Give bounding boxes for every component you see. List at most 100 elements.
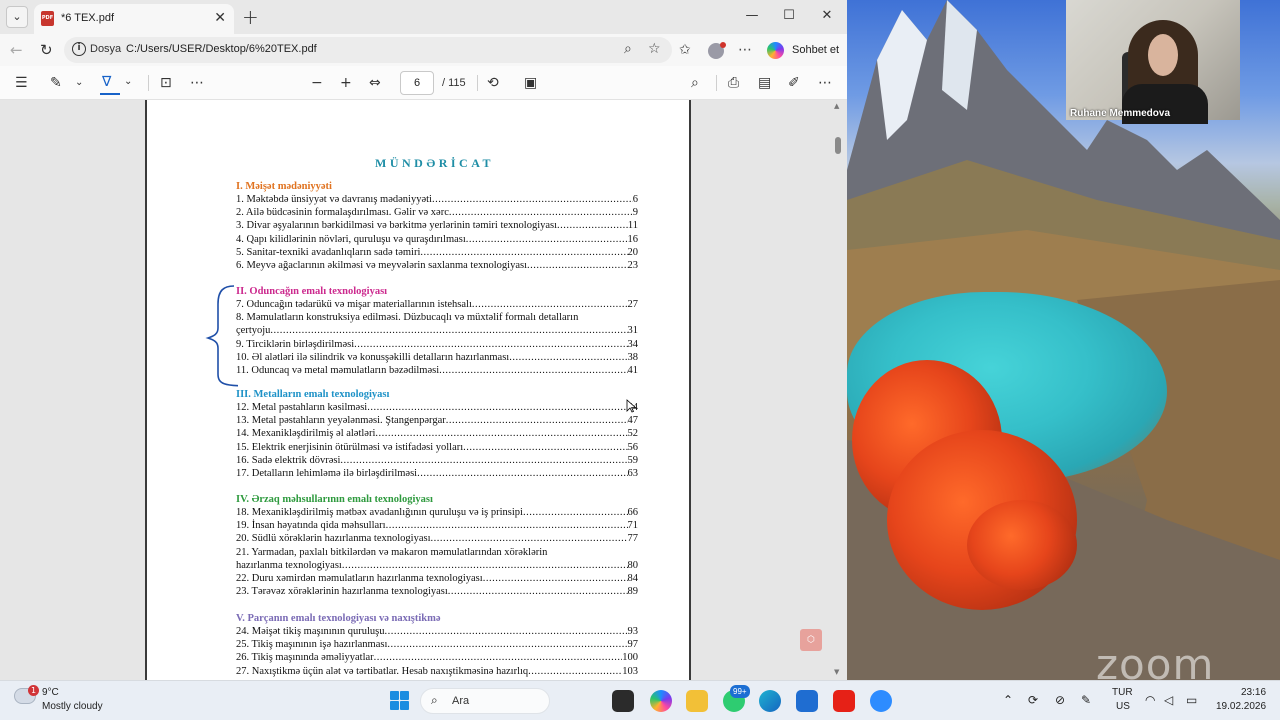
scrollbar-thumb[interactable] <box>835 137 841 154</box>
find-icon[interactable]: ⌕ <box>691 75 699 91</box>
maximize-button[interactable]: ☐ <box>779 8 799 23</box>
toc-entry[interactable]: 13. Metal pəstahların yeyələnməsi. Ştang… <box>236 414 638 427</box>
toc-entry[interactable]: 22. Duru xəmirdən məmulatların hazırlanm… <box>236 572 638 585</box>
settings-more-icon[interactable]: ⋯ <box>818 75 832 91</box>
highlight-dropdown-icon[interactable]: ⌄ <box>75 77 83 88</box>
vertical-scrollbar[interactable]: ▲ ▼ <box>832 100 844 680</box>
toc-page-number: 89 <box>627 586 639 598</box>
toc-section: V. Parçanın emalı texnologiyası və naxış… <box>236 612 638 678</box>
toc-entry[interactable]: 3. Divar əşyalarının bərkidilməsi və bər… <box>236 219 638 232</box>
weather-condition[interactable]: Mostly cloudy <box>42 701 103 712</box>
toc-entry[interactable]: 2. Ailə büdcəsinin formalaşdırılması. Gə… <box>236 206 638 219</box>
taskbar-search[interactable]: ⌕ Ara <box>420 688 550 714</box>
zoom-out-icon[interactable]: − <box>311 75 323 91</box>
toc-entry[interactable]: 25. Tikiş maşınının işə hazırlanması 97 <box>236 638 638 651</box>
favorites-icon[interactable]: ✩ <box>679 42 691 58</box>
toc-dot-leader <box>509 351 627 364</box>
favorite-star-icon[interactable]: ☆ <box>648 41 661 57</box>
toc-entry[interactable]: 6. Meyvə ağaclarının əkilməsi və meyvələ… <box>236 259 638 272</box>
pdf-viewer[interactable]: MÜNDƏRİCAT I. Məişət mədəniyyəti 1. Məktə… <box>0 100 847 680</box>
copilot-app-icon[interactable] <box>650 690 672 712</box>
toc-entry[interactable]: 9. Tirciklərin birləşdirilməsi 34 <box>236 338 638 351</box>
weather-temperature[interactable]: 9°C <box>42 687 59 698</box>
show-hidden-icons-icon[interactable]: ⌃ <box>1003 693 1013 707</box>
save-as-icon[interactable]: ✐ <box>788 75 800 91</box>
fit-page-icon[interactable]: ⇔ <box>369 75 381 91</box>
youtube-icon[interactable] <box>833 690 855 712</box>
toc-entry-title: 2. Ailə büdcəsinin formalaşdırılması. Gə… <box>236 207 449 219</box>
toc-entry[interactable]: 5. Sanitar-texniki avadanlıqların sadə t… <box>236 246 638 259</box>
task-view-icon[interactable] <box>612 690 634 712</box>
edge-browser-icon[interactable] <box>759 690 781 712</box>
wifi-icon[interactable]: ◠ <box>1145 693 1155 707</box>
zoom-app-icon[interactable] <box>870 690 892 712</box>
more-menu-icon[interactable]: ⋯ <box>738 42 752 58</box>
rotate-icon[interactable]: ⟲ <box>487 75 499 91</box>
toc-entry[interactable]: 7. Oduncağın tədarükü və mişar materiall… <box>236 298 638 311</box>
toc-entry[interactable]: 11. Oduncaq və metal məmulatların bəzədi… <box>236 364 638 377</box>
url-text[interactable]: C:/Users/USER/Desktop/6%20TEX.pdf <box>126 43 317 55</box>
toc-entry[interactable]: 16. Sadə elektrik dövrəsi 59 <box>236 454 638 467</box>
zoom-search-icon[interactable]: ⌕ <box>624 41 632 57</box>
adobe-pdf-floating-icon[interactable]: ⬡ <box>800 629 822 651</box>
start-button[interactable] <box>390 691 409 710</box>
copilot-chat-button[interactable]: Sohbet et <box>762 39 842 63</box>
toc-entry[interactable]: 23. Tərəvəz xörəklərinin hazırlanma texn… <box>236 585 638 598</box>
contents-list-icon[interactable]: ☰ <box>15 75 28 91</box>
zoom-in-icon[interactable]: + <box>340 75 352 91</box>
clock-time[interactable]: 23:16 <box>1241 687 1266 698</box>
new-tab-button[interactable]: + <box>242 5 259 29</box>
toc-entry[interactable]: 14. Mexanikləşdirilmiş əl alətləri 52 <box>236 427 638 440</box>
toc-entry[interactable]: hazırlanma texnologiyası 80 <box>236 559 638 572</box>
site-info-icon[interactable]: i <box>72 42 86 56</box>
text-box-icon[interactable]: ⊡ <box>160 75 172 91</box>
more-tools-icon[interactable]: ⋯ <box>190 75 204 91</box>
close-window-button[interactable]: ✕ <box>817 8 837 23</box>
back-button[interactable]: ← <box>10 41 23 59</box>
network-off-icon[interactable]: ⊘ <box>1055 693 1065 707</box>
toc-entry[interactable]: 4. Qapı kilidlərinin növləri, quruluşu v… <box>236 233 638 246</box>
file-explorer-icon[interactable] <box>686 690 708 712</box>
copilot-icon <box>767 42 784 59</box>
draw-tool-button[interactable]: ∇ ⌄ <box>96 70 142 96</box>
input-language[interactable]: TUR <box>1112 687 1133 698</box>
participant-name: Ruhane Memmedova <box>1070 108 1171 119</box>
save-icon[interactable]: ▤ <box>758 75 771 91</box>
refresh-button[interactable]: ↻ <box>40 41 53 59</box>
toc-dot-leader <box>374 651 623 664</box>
battery-icon[interactable]: ▭ <box>1186 693 1197 707</box>
toc-entry[interactable]: 18. Mexanikləşdirilmiş mətbəx avadanlığı… <box>236 506 638 519</box>
draw-dropdown-icon[interactable]: ⌄ <box>124 76 132 87</box>
minimize-button[interactable]: — <box>742 8 762 23</box>
toc-entry[interactable]: 10. Əl alətləri ilə silindrik və konusşə… <box>236 351 638 364</box>
clock-date[interactable]: 19.02.2026 <box>1216 701 1266 712</box>
page-view-icon[interactable]: ▣ <box>524 75 537 91</box>
toc-entry[interactable]: 20. Südlü xörəklərin hazırlanma texnolog… <box>236 532 638 545</box>
zoom-participant-video[interactable]: Ruhane Memmedova <box>1066 0 1240 124</box>
toc-entry[interactable]: 12. Metal pəstahların kəsilməsi44 <box>236 401 638 414</box>
close-tab-icon[interactable]: ✕ <box>214 10 226 26</box>
toc-entry[interactable]: 24. Məişət tikiş maşınının quruluşu 93 <box>236 625 638 638</box>
scroll-up-arrow-icon[interactable]: ▲ <box>834 102 839 110</box>
toc-entry[interactable]: 19. İnsan həyatında qida məhsulları 71 <box>236 519 638 532</box>
address-bar[interactable]: i Dosya C:/Users/USER/Desktop/6%20TEX.pd… <box>64 37 672 63</box>
sync-icon[interactable]: ⟳ <box>1028 693 1038 707</box>
pen-icon[interactable]: ✎ <box>1081 693 1091 707</box>
print-icon[interactable]: ⎙ <box>728 75 739 91</box>
toc-entry[interactable]: çertyoju 31 <box>236 324 638 337</box>
toc-entry[interactable]: 17. Detalların lehimləmə ilə birləşdiril… <box>236 467 638 480</box>
outlook-icon[interactable] <box>796 690 818 712</box>
toc-entry[interactable]: 26. Tikiş maşınında əməliyyatlar 100 <box>236 651 638 664</box>
highlight-icon[interactable]: ✎ <box>50 75 62 91</box>
tab-actions-menu-button[interactable]: ⌄ <box>6 6 28 28</box>
input-region[interactable]: US <box>1116 701 1130 712</box>
toc-entry-title: çertyoju <box>236 325 271 337</box>
volume-icon[interactable]: ◁ <box>1164 693 1173 707</box>
toc-entry[interactable]: 27. Naxıştikmə üçün alət və tərtibatlar.… <box>236 665 638 678</box>
page-number-input[interactable]: 6 <box>400 71 434 95</box>
scroll-down-arrow-icon[interactable]: ▼ <box>834 668 839 676</box>
tab-active-pdf[interactable]: PDF *6 TEX.pdf ✕ <box>34 4 234 34</box>
toc-dot-leader <box>417 467 627 480</box>
toc-entry[interactable]: 15. Elektrik enerjisinin ötürülməsi və i… <box>236 441 638 454</box>
toc-entry[interactable]: 1. Məktəbdə ünsiyyət və davranış mədəniy… <box>236 193 638 206</box>
